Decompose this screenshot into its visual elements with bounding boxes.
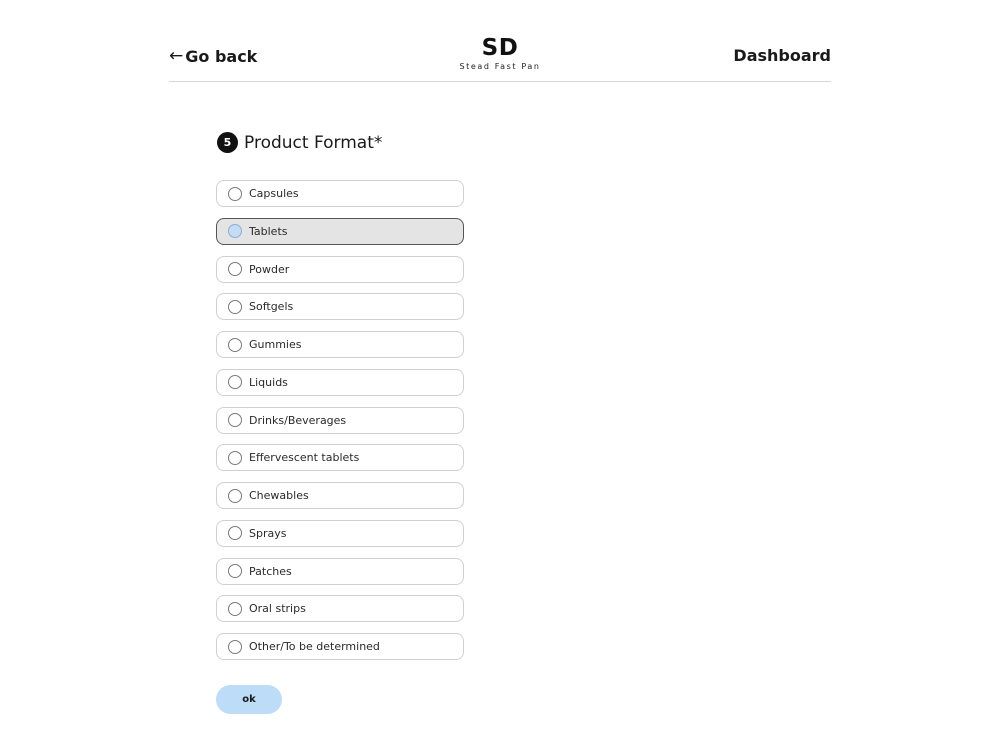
radio-button-icon[interactable] — [228, 526, 242, 541]
option-tablets[interactable]: Tablets — [216, 217, 464, 245]
option-sprays[interactable]: Sprays — [216, 519, 464, 547]
option-label: Sprays — [249, 526, 287, 540]
question-title: Product Format* — [244, 132, 383, 153]
radio-button-icon[interactable] — [228, 337, 242, 352]
option-label: Gummies — [249, 338, 302, 351]
logo-text: SD — [481, 35, 519, 61]
option-capsules[interactable]: Capsules — [216, 180, 464, 207]
go-back-label: Go back — [185, 46, 258, 66]
option-label: Other/To be determined — [249, 640, 380, 653]
arrow-left-icon: ← — [169, 46, 184, 66]
brand-tagline: Stead Fast Pan — [459, 62, 541, 71]
brand-logo: SD Stead Fast Pan — [450, 34, 550, 72]
ok-button[interactable]: ok — [216, 685, 282, 714]
option-label: Capsules — [249, 187, 299, 200]
option-label: Chewables — [249, 489, 309, 502]
step-number-badge: 5 — [217, 132, 238, 153]
radio-button-icon[interactable] — [228, 488, 242, 503]
option-label: Patches — [249, 564, 292, 578]
option-gummies[interactable]: Gummies — [216, 331, 464, 358]
option-liquids[interactable]: Liquids — [216, 368, 464, 396]
option-drinks-beverages[interactable]: Drinks/Beverages — [216, 406, 464, 434]
option-label: Effervescent tablets — [249, 451, 360, 465]
option-softgels[interactable]: Softgels — [216, 293, 464, 321]
radio-button-icon[interactable] — [228, 639, 242, 654]
radio-button-icon[interactable] — [228, 564, 242, 578]
go-back-link[interactable]: ← Go back — [169, 46, 257, 66]
header: ← Go back SD Stead Fast Pan Dashboard — [169, 34, 831, 82]
option-label: Liquids — [249, 375, 288, 389]
radio-button-icon[interactable] — [228, 299, 242, 314]
radio-button-icon[interactable] — [228, 601, 242, 616]
option-oral-strips[interactable]: Oral strips — [216, 595, 464, 623]
radio-button-icon[interactable] — [228, 186, 242, 201]
option-label: Softgels — [249, 300, 294, 314]
option-other-to-be-determined[interactable]: Other/To be determined — [216, 633, 464, 660]
radio-button-icon[interactable] — [228, 224, 242, 239]
option-label: Tablets — [249, 224, 288, 238]
question-heading: 5 Product Format* — [217, 132, 382, 153]
option-chewables[interactable]: Chewables — [216, 482, 464, 509]
option-patches[interactable]: Patches — [216, 557, 464, 585]
radio-button-icon[interactable] — [228, 450, 242, 465]
option-label: Powder — [249, 262, 290, 276]
option-effervescent-tablets[interactable]: Effervescent tablets — [216, 444, 464, 472]
dashboard-link[interactable]: Dashboard — [733, 46, 831, 65]
option-powder[interactable]: Powder — [216, 255, 464, 283]
radio-button-icon[interactable] — [228, 375, 242, 390]
product-format-options: Capsules Tablets Powder Softgels Gummies… — [216, 180, 464, 671]
radio-button-icon[interactable] — [228, 262, 242, 276]
option-label: Drinks/Beverages — [249, 413, 347, 427]
option-label: Oral strips — [249, 602, 306, 616]
radio-button-icon[interactable] — [228, 413, 242, 427]
